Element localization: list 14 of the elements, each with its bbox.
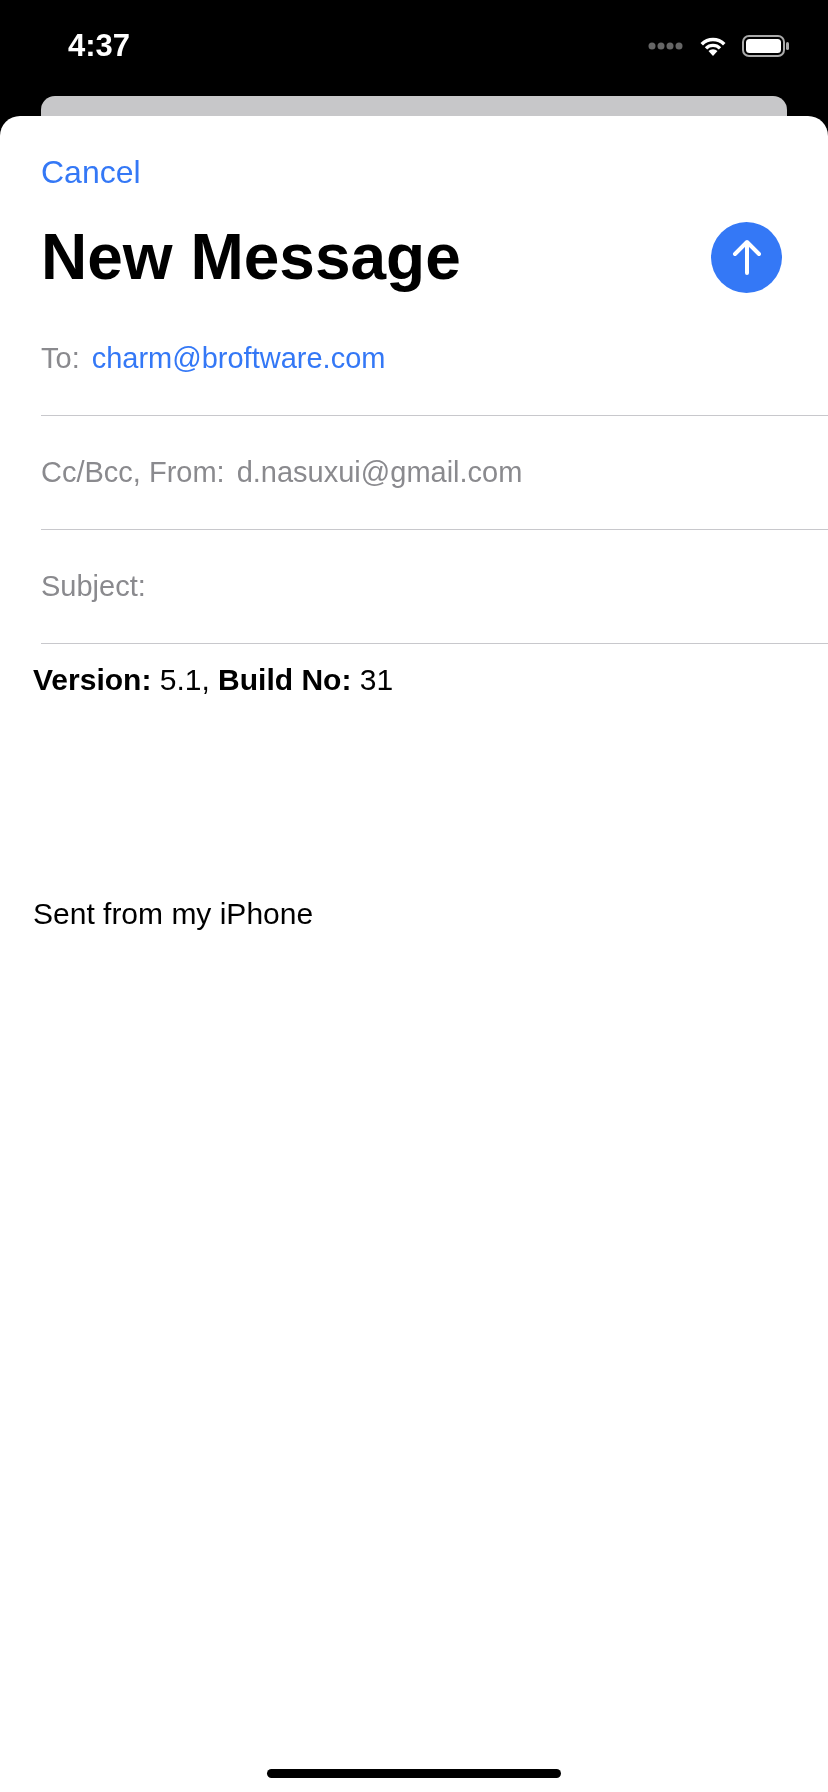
cancel-link[interactable]: Cancel	[41, 153, 141, 191]
sender-address[interactable]: d.nasuxui@gmail.com	[236, 456, 523, 489]
compose-title: New Message	[41, 220, 461, 294]
recipient-address[interactable]: charm@broftware.com	[91, 342, 386, 375]
signature-text: Sent from my iPhone	[33, 896, 315, 932]
field-label: Subject:	[41, 570, 146, 603]
arrow-up-icon	[731, 239, 762, 275]
battery-icon	[742, 35, 790, 57]
status-time: 4:37	[68, 28, 131, 64]
wifi-icon	[698, 35, 728, 57]
field-label: Cc/Bcc, From:	[41, 456, 225, 489]
field-label: To:	[41, 342, 80, 375]
cellular-signal-icon	[648, 42, 684, 50]
body-text: Version: 5.1, Build No: 31	[33, 662, 395, 698]
